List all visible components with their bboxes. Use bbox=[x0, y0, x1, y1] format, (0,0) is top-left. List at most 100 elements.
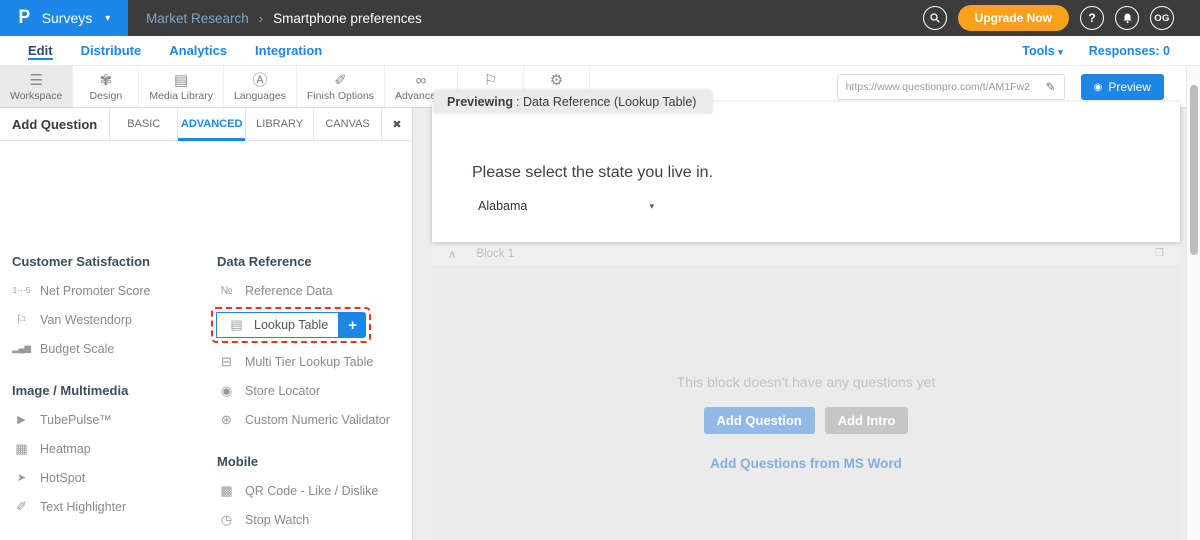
tab-advanced[interactable]: ADVANCED bbox=[178, 108, 246, 140]
nps-scale-icon: 1⋯5 bbox=[12, 285, 31, 296]
section-heading: Image / Multimedia bbox=[12, 377, 204, 405]
item-van-westendorp[interactable]: ⚐Van Westendorp bbox=[12, 305, 204, 334]
scrollbar-thumb[interactable] bbox=[1190, 85, 1198, 255]
toolbar-design[interactable]: ✾ Design bbox=[73, 66, 139, 107]
block-buttons: Add Question Add Intro bbox=[704, 407, 909, 434]
highlighter-icon: ✐ bbox=[12, 499, 31, 515]
map-pin-icon: ◉ bbox=[217, 383, 236, 399]
questionpro-logo: P bbox=[19, 7, 31, 29]
image-icon: ▤ bbox=[174, 72, 188, 89]
breadcrumb-separator-icon: › bbox=[259, 11, 263, 26]
stacked-drawers-icon: ⊟ bbox=[217, 354, 236, 370]
upgrade-now-button[interactable]: Upgrade Now bbox=[958, 5, 1069, 31]
block-header[interactable]: ∧ Block 1 ❐ bbox=[432, 242, 1180, 266]
tab-library[interactable]: LIBRARY bbox=[246, 108, 314, 140]
toolbar-media-library[interactable]: ▤ Media Library bbox=[139, 66, 224, 107]
validator-icon: ⊛ bbox=[217, 412, 236, 428]
avatar[interactable]: OG bbox=[1150, 6, 1174, 30]
toolbar-languages[interactable]: Ⓐ Languages bbox=[224, 66, 297, 107]
item-store-locator[interactable]: ◉Store Locator bbox=[217, 376, 413, 405]
toolbar-finish-options[interactable]: ✐ Finish Options bbox=[297, 66, 385, 107]
preview-button[interactable]: ◉ Preview bbox=[1081, 74, 1164, 100]
tab-analytics[interactable]: Analytics bbox=[155, 43, 241, 58]
breadcrumb-survey-title: Smartphone preferences bbox=[273, 11, 422, 26]
add-intro-button[interactable]: Add Intro bbox=[825, 407, 909, 434]
item-text-highlighter[interactable]: ✐Text Highlighter bbox=[12, 492, 204, 521]
item-budget-scale[interactable]: ▂▄▆Budget Scale bbox=[12, 334, 204, 363]
translate-icon: Ⓐ bbox=[252, 72, 267, 89]
item-reference-data[interactable]: №Reference Data bbox=[217, 276, 413, 305]
item-custom-numeric-validator[interactable]: ⊛Custom Numeric Validator bbox=[217, 405, 413, 434]
question-preview-panel: Please select the state you live in. Ala… bbox=[432, 102, 1180, 242]
item-hotspot[interactable]: ➤HotSpot bbox=[12, 463, 204, 492]
vertical-scrollbar[interactable] bbox=[1186, 66, 1200, 540]
tab-integration[interactable]: Integration bbox=[241, 43, 336, 58]
add-lookup-table-button[interactable]: + bbox=[339, 312, 366, 338]
section-heading: Ordering bbox=[12, 535, 204, 540]
section-customer-satisfaction: Customer Satisfaction 1⋯5Net Promoter Sc… bbox=[12, 248, 204, 363]
previewing-label-rest: : Data Reference (Lookup Table) bbox=[516, 95, 696, 109]
tab-canvas[interactable]: CANVAS bbox=[314, 108, 382, 140]
link-chain-icon: ∞ bbox=[416, 72, 427, 89]
edit-url-icon[interactable]: ✎ bbox=[1046, 80, 1056, 94]
lookup-table-chip[interactable]: ▤ Lookup Table bbox=[216, 312, 339, 338]
survey-url-text: https://www.questionpro.com/t/AM1Fw2 bbox=[846, 81, 1040, 93]
notifications-button[interactable] bbox=[1115, 6, 1139, 30]
item-stop-watch[interactable]: ◷Stop Watch bbox=[217, 505, 413, 534]
chevron-down-icon: ▾ bbox=[649, 201, 654, 212]
panel-title: Add Question bbox=[0, 108, 110, 140]
section-data-reference: Data Reference №Reference Data ▤ Lookup … bbox=[217, 248, 413, 434]
breadcrumb-folder[interactable]: Market Research bbox=[146, 11, 249, 26]
item-multi-tier-lookup-table[interactable]: ⊟Multi Tier Lookup Table bbox=[217, 347, 413, 376]
lookup-table-icon: ▤ bbox=[227, 317, 246, 333]
price-tag-icon: ⚐ bbox=[12, 312, 31, 328]
chevron-down-icon: ▾ bbox=[1058, 47, 1063, 57]
bar-chart-icon: ▂▄▆ bbox=[12, 343, 31, 354]
close-icon[interactable]: ✖ bbox=[382, 108, 412, 140]
state-dropdown[interactable]: Alabama ▾ bbox=[478, 199, 654, 213]
magic-wand-icon: ✐ bbox=[334, 72, 347, 89]
block-title: Block 1 bbox=[476, 248, 514, 260]
question-types-column-1: Customer Satisfaction 1⋯5Net Promoter Sc… bbox=[12, 248, 204, 540]
item-qr-code-like-dislike[interactable]: ▩QR Code - Like / Dislike bbox=[217, 476, 413, 505]
survey-block-1: ∧ Block 1 ❐ This block doesn't have any … bbox=[432, 242, 1180, 540]
search-button[interactable] bbox=[923, 6, 947, 30]
help-button[interactable]: ? bbox=[1080, 6, 1104, 30]
questionpro-app: P Surveys ▾ Market Research › Smartphone… bbox=[0, 0, 1200, 540]
add-questions-from-ms-word-link[interactable]: Add Questions from MS Word bbox=[710, 456, 902, 471]
block-empty-state: This block doesn't have any questions ye… bbox=[432, 266, 1180, 540]
item-net-promoter-score[interactable]: 1⋯5Net Promoter Score bbox=[12, 276, 204, 305]
question-types-column-2: Data Reference №Reference Data ▤ Lookup … bbox=[217, 248, 413, 540]
stopwatch-icon: ◷ bbox=[217, 512, 236, 528]
add-question-panel: Add Question BASIC ADVANCED LIBRARY CANV… bbox=[0, 108, 413, 540]
tab-distribute[interactable]: Distribute bbox=[67, 43, 156, 58]
chevron-down-icon: ▾ bbox=[105, 13, 110, 24]
survey-url-field[interactable]: https://www.questionpro.com/t/AM1Fw2 ✎ bbox=[837, 74, 1065, 100]
responses-count[interactable]: Responses: 0 bbox=[1089, 44, 1170, 58]
video-icon: ▶ bbox=[12, 413, 31, 426]
workspace-icon: ☰ bbox=[29, 72, 42, 89]
item-tubepulse[interactable]: ▶TubePulse™ bbox=[12, 405, 204, 434]
item-barcode[interactable]: ⅢBarcode bbox=[217, 534, 413, 540]
previewing-label-bold: Previewing bbox=[447, 95, 513, 109]
item-lookup-table-highlighted[interactable]: ▤ Lookup Table + bbox=[211, 307, 371, 343]
nav-right-actions: Tools ▾ Responses: 0 bbox=[1022, 44, 1170, 58]
block-empty-text: This block doesn't have any questions ye… bbox=[677, 374, 936, 390]
section-heading: Mobile bbox=[217, 448, 413, 476]
surveys-product-menu[interactable]: P Surveys ▾ bbox=[0, 0, 128, 36]
copy-icon[interactable]: ❐ bbox=[1155, 248, 1164, 259]
state-dropdown-value: Alabama bbox=[478, 199, 527, 213]
section-heading: Data Reference bbox=[217, 248, 413, 276]
survey-nav-bar: Edit Distribute Analytics Integration To… bbox=[0, 36, 1200, 66]
palette-icon: ✾ bbox=[100, 72, 113, 89]
item-heatmap[interactable]: ▦Heatmap bbox=[12, 434, 204, 463]
toolbar-workspace[interactable]: ☰ Workspace bbox=[0, 66, 73, 107]
tab-edit[interactable]: Edit bbox=[14, 42, 67, 60]
add-question-button[interactable]: Add Question bbox=[704, 407, 815, 434]
collapse-caret-icon[interactable]: ∧ bbox=[448, 247, 456, 261]
tools-menu[interactable]: Tools ▾ bbox=[1022, 44, 1062, 58]
tab-basic[interactable]: BASIC bbox=[110, 108, 178, 140]
search-icon bbox=[929, 12, 941, 24]
cursor-icon: ➤ bbox=[12, 471, 31, 484]
breadcrumb: Market Research › Smartphone preferences bbox=[146, 11, 422, 26]
